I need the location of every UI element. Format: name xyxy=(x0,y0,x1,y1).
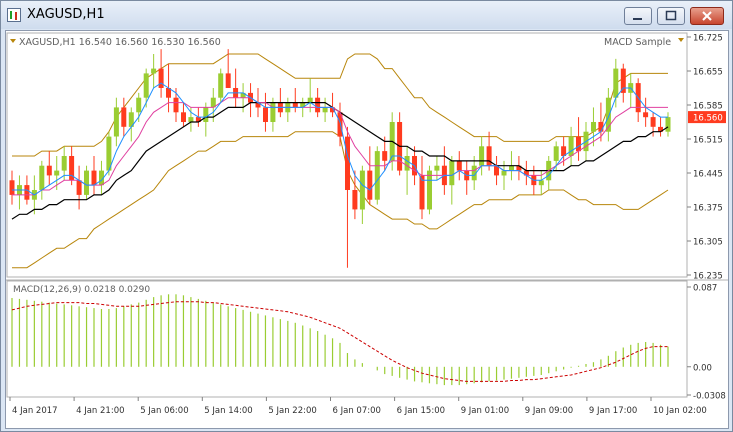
candle-body xyxy=(263,107,268,122)
candle-body xyxy=(46,165,52,176)
current-price-label: 16.560 xyxy=(693,114,723,124)
candle-body xyxy=(591,122,596,132)
macd-signal-line xyxy=(11,301,668,382)
candle-body xyxy=(449,160,455,186)
candle-body xyxy=(181,112,186,122)
candle-body xyxy=(486,146,492,166)
candle-body xyxy=(538,180,544,186)
price-tick-label: 16.515 xyxy=(693,136,723,146)
indicator-name-label: MACD Sample xyxy=(604,37,671,48)
maximize-button[interactable] xyxy=(657,7,685,25)
candle-body xyxy=(188,117,194,122)
candle-body xyxy=(151,68,157,74)
minimize-icon xyxy=(633,18,642,20)
time-tick-label: 6 Jan 07:00 xyxy=(333,406,381,416)
minimize-button[interactable] xyxy=(624,7,652,25)
candle-body xyxy=(620,68,626,93)
price-tick-label: 16.235 xyxy=(693,272,723,282)
candle-body xyxy=(479,146,485,166)
close-icon xyxy=(702,11,712,21)
time-tick-label: 9 Jan 09:00 xyxy=(525,406,573,416)
candle-body xyxy=(509,165,514,171)
time-tick-label: 5 Jan 06:00 xyxy=(140,406,188,416)
candle-body xyxy=(39,165,45,190)
candle-body xyxy=(434,165,440,171)
candle-body xyxy=(292,102,298,108)
candle-body xyxy=(427,170,432,210)
candle-body xyxy=(665,117,671,132)
price-tick-label: 16.655 xyxy=(693,68,723,78)
macd-tick-label: -0.0308 xyxy=(693,392,726,402)
time-tick-label: 9 Jan 17:00 xyxy=(589,406,637,416)
candle-body xyxy=(576,136,581,152)
candle-body xyxy=(382,151,388,161)
close-button[interactable] xyxy=(690,7,724,25)
candle-body xyxy=(650,117,656,127)
candle-body xyxy=(76,180,82,195)
candle-body xyxy=(61,156,67,171)
candle-body xyxy=(374,151,380,200)
candle-body xyxy=(598,122,604,132)
indicator-arrow-icon[interactable] xyxy=(678,38,684,42)
candle-body xyxy=(91,170,97,186)
time-tick-label: 4 Jan 2017 xyxy=(12,406,58,416)
candle-body xyxy=(367,170,373,200)
candle-body xyxy=(9,180,15,195)
candle-body xyxy=(613,68,619,98)
time-tick-label: 5 Jan 14:00 xyxy=(204,406,252,416)
time-tick-label: 6 Jan 15:00 xyxy=(397,406,445,416)
candle-body xyxy=(54,170,60,176)
candle-body xyxy=(173,97,179,113)
candle-body xyxy=(643,112,649,118)
candle-body xyxy=(136,97,142,113)
candle-body xyxy=(121,107,127,127)
window-title: XAGUSD,H1 xyxy=(27,7,105,22)
candle-body xyxy=(24,185,30,200)
candle-body xyxy=(345,136,350,190)
macd-label: MACD(12,26,9) 0.0218 0.0290 xyxy=(13,285,150,295)
macd-tick-label: 0.00 xyxy=(693,363,712,373)
candle-body xyxy=(143,73,149,98)
candle-body xyxy=(322,107,328,113)
candle-body xyxy=(270,102,276,122)
time-tick-label: 10 Jan 02:00 xyxy=(653,406,707,416)
chart-app-icon xyxy=(7,8,21,22)
chart-area[interactable]: 16.725 16.655 16.585 16.515 16.445 16.375 16.3… xyxy=(5,30,729,429)
candle-body xyxy=(359,170,365,210)
title-bar[interactable]: XAGUSD,H1 xyxy=(1,1,732,29)
candle-body xyxy=(553,146,559,161)
candle-body xyxy=(225,73,231,88)
time-tick-label: 4 Jan 21:00 xyxy=(76,406,124,416)
collapse-arrow-icon[interactable] xyxy=(10,39,16,43)
candle-body xyxy=(568,136,574,156)
candle-body xyxy=(84,170,89,195)
candle-body xyxy=(315,97,321,113)
symbol-info-label: XAGUSD,H1 16.540 16.560 16.530 16.560 xyxy=(19,37,221,48)
candle-body xyxy=(158,68,164,88)
price-tick-label: 16.725 xyxy=(693,34,723,44)
price-tick-label: 16.375 xyxy=(693,204,723,214)
chart-canvas[interactable]: 16.725 16.655 16.585 16.515 16.445 16.375 16.3… xyxy=(6,31,728,428)
time-tick-label: 9 Jan 01:00 xyxy=(461,406,509,416)
candle-body xyxy=(113,107,119,137)
candle-body xyxy=(203,107,209,122)
chart-window: XAGUSD,H1 16.725 16.655 16.585 16.515 16.445… xyxy=(0,0,733,432)
candle-body xyxy=(404,156,410,171)
maximize-icon xyxy=(665,10,677,21)
time-tick-label: 5 Jan 22:00 xyxy=(268,406,316,416)
candle-body xyxy=(352,190,358,210)
price-tick-label: 16.445 xyxy=(693,170,723,180)
candle-body xyxy=(501,170,507,176)
price-tick-label: 16.305 xyxy=(693,238,723,248)
macd-tick-label: 0.087 xyxy=(693,284,717,294)
candle-body xyxy=(456,160,462,171)
candle-body xyxy=(307,97,313,103)
candle-body xyxy=(218,73,224,98)
price-tick-label: 16.585 xyxy=(693,102,723,112)
